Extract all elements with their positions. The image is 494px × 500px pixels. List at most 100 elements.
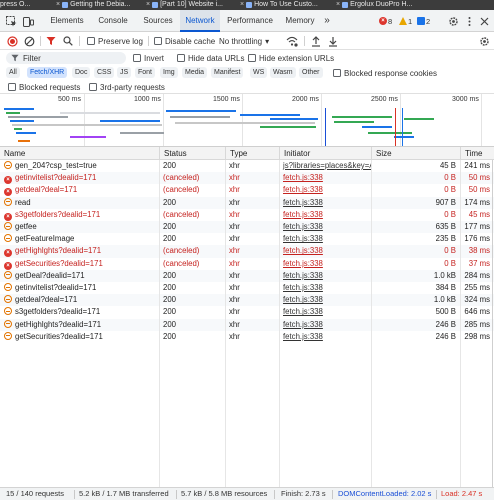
cell-name[interactable]: × getdeal?deal=171 — [0, 184, 159, 197]
hide-extension-urls-checkbox[interactable]: Hide extension URLs — [248, 52, 334, 64]
cell-name[interactable]: getinvitelist?dealid=171 — [0, 282, 159, 294]
table-row[interactable]: × getinvitelist?dealid=171 (canceled) xhr fe… — [0, 172, 494, 185]
blocked-requests-checkbox[interactable]: Blocked requests — [8, 81, 80, 93]
checkbox[interactable] — [333, 69, 341, 77]
chip-other[interactable]: Other — [299, 67, 323, 78]
checkbox[interactable] — [248, 54, 256, 62]
network-settings-gear-icon[interactable] — [479, 35, 490, 47]
cell-name[interactable]: read — [0, 197, 159, 209]
import-har-icon[interactable] — [311, 35, 321, 47]
close-devtools-icon[interactable] — [478, 15, 490, 27]
hide-data-urls-checkbox[interactable]: Hide data URLs — [177, 52, 244, 64]
cell-name[interactable]: getSecurities?dealid=171 — [0, 331, 159, 343]
cell-name[interactable]: × s3getfolders?dealid=171 — [0, 209, 159, 221]
checkbox[interactable] — [133, 54, 141, 62]
chip-media[interactable]: Media — [182, 67, 208, 78]
close-icon[interactable]: × — [146, 0, 150, 10]
cell-name[interactable]: × getSecurities?dealid=171 — [0, 258, 159, 270]
cell-name[interactable]: getfee — [0, 221, 159, 233]
browser-tab[interactable]: press O... — [0, 0, 52, 10]
filter-toggle-button[interactable] — [46, 35, 56, 47]
table-row[interactable]: × getSecurities?dealid=171 (canceled) xhr fe… — [0, 258, 494, 270]
disable-cache-checkbox[interactable]: Disable cache — [154, 35, 215, 47]
search-button[interactable] — [63, 35, 73, 47]
close-icon[interactable]: × — [336, 0, 340, 10]
table-row[interactable]: getfee 200 xhr fetch.js:338 635 B 177 ms — [0, 221, 494, 234]
throttling-select[interactable]: No throttling ▾ — [219, 35, 269, 47]
gear-icon[interactable] — [447, 15, 459, 27]
tab-console[interactable]: Console — [90, 10, 136, 32]
more-tabs-button[interactable]: » — [320, 10, 334, 32]
error-counter[interactable]: × 8 — [379, 16, 392, 26]
cell-initiator[interactable]: js?libraries=places&key=A — [279, 160, 371, 172]
blocked-response-cookies-checkbox[interactable]: Blocked response cookies — [333, 67, 437, 79]
clear-button[interactable] — [24, 35, 35, 47]
cell-initiator[interactable]: fetch.js:338 — [279, 258, 371, 270]
initiator-text[interactable]: fetch.js:338 — [283, 320, 323, 329]
cell-initiator[interactable]: fetch.js:338 — [279, 331, 371, 343]
initiator-text[interactable]: fetch.js:338 — [283, 246, 323, 255]
chip-img[interactable]: Img — [160, 67, 178, 78]
cell-name[interactable]: s3getfolders?dealid=171 — [0, 306, 159, 318]
table-row[interactable]: getFeatureImage 200 xhr fetch.js:338 235 B 17… — [0, 233, 494, 245]
initiator-text[interactable]: fetch.js:338 — [283, 332, 323, 341]
browser-tab[interactable]: × How To Use Custo... — [240, 0, 332, 10]
cell-initiator[interactable]: fetch.js:338 — [279, 197, 371, 209]
record-button[interactable] — [7, 35, 18, 47]
column-header-time[interactable]: Time — [460, 147, 494, 160]
table-row[interactable]: × s3getfolders?dealid=171 (canceled) xhr fet… — [0, 209, 494, 221]
issues-counter[interactable]: 2 — [417, 16, 430, 26]
checkbox[interactable] — [89, 83, 97, 91]
column-header-status[interactable]: Status — [159, 147, 225, 160]
table-row[interactable]: s3getfolders?dealid=171 200 xhr fetch.js:33… — [0, 306, 494, 318]
table-row[interactable]: getDeal?dealid=171 200 xhr fetch.js:338 1.0 … — [0, 269, 494, 282]
cell-name[interactable]: getdeal?deal=171 — [0, 294, 159, 306]
network-overview[interactable]: 500 ms 1000 ms 1500 ms 2000 ms 2500 ms 3… — [0, 94, 494, 147]
cell-name[interactable]: getHighlghts?dealid=171 — [0, 319, 159, 331]
cell-initiator[interactable]: fetch.js:338 — [279, 306, 371, 318]
invert-checkbox[interactable]: Invert — [133, 52, 164, 64]
checkbox[interactable] — [8, 83, 16, 91]
initiator-text[interactable]: fetch.js:338 — [283, 198, 323, 207]
cell-name[interactable]: gen_204?csp_test=true — [0, 160, 159, 172]
initiator-text[interactable]: js?libraries=places&key=A — [283, 161, 371, 170]
cell-initiator[interactable]: fetch.js:338 — [279, 282, 371, 294]
close-icon[interactable]: × — [240, 0, 244, 10]
initiator-text[interactable]: fetch.js:338 — [283, 210, 323, 219]
cell-initiator[interactable]: fetch.js:338 — [279, 221, 371, 233]
initiator-text[interactable]: fetch.js:338 — [283, 271, 323, 280]
browser-tab[interactable]: × Getting the Debia... — [56, 0, 142, 10]
initiator-text[interactable]: fetch.js:338 — [283, 307, 323, 316]
cell-name[interactable]: × getHighlghts?dealid=171 — [0, 245, 159, 258]
kebab-menu-icon[interactable] — [463, 15, 475, 27]
cell-initiator[interactable]: fetch.js:338 — [279, 184, 371, 196]
initiator-text[interactable]: fetch.js:338 — [283, 259, 323, 268]
tab-memory[interactable]: Memory — [280, 10, 320, 32]
table-row[interactable]: × getHighlghts?dealid=171 (canceled) xhr fet… — [0, 245, 494, 258]
tab-performance[interactable]: Performance — [220, 10, 280, 32]
chip-ws[interactable]: WS — [250, 67, 268, 78]
cell-name[interactable]: × getinvitelist?dealid=171 — [0, 172, 159, 185]
initiator-text[interactable]: fetch.js:338 — [283, 295, 323, 304]
chip-fetch-xhr[interactable]: Fetch/XHR — [27, 67, 68, 78]
checkbox[interactable] — [177, 54, 185, 62]
tab-sources[interactable]: Sources — [136, 10, 180, 32]
initiator-text[interactable]: fetch.js:338 — [283, 283, 323, 292]
inspect-element-icon[interactable] — [5, 15, 17, 27]
cell-name[interactable]: getFeatureImage — [0, 233, 159, 245]
initiator-text[interactable]: fetch.js:338 — [283, 173, 323, 182]
table-row[interactable]: getSecurities?dealid=171 200 xhr fetch.js:3… — [0, 331, 494, 343]
initiator-text[interactable]: fetch.js:338 — [283, 222, 323, 231]
cell-initiator[interactable]: fetch.js:338 — [279, 319, 371, 331]
cell-name[interactable]: getDeal?dealid=171 — [0, 270, 159, 282]
column-header-name[interactable]: Name — [0, 147, 159, 160]
browser-tab[interactable]: × [Part 10] Website i... — [146, 0, 236, 10]
column-header-initiator[interactable]: Initiator — [279, 147, 371, 160]
checkbox[interactable] — [154, 37, 162, 45]
chip-manifest[interactable]: Manifest — [211, 67, 244, 78]
initiator-text[interactable]: fetch.js:338 — [283, 185, 323, 194]
filter-input[interactable]: Filter — [6, 52, 126, 64]
table-row[interactable]: read 200 xhr fetch.js:338 907 B 174 ms — [0, 196, 494, 209]
column-header-size[interactable]: Size — [371, 147, 460, 160]
chip-all[interactable]: All — [6, 67, 20, 78]
